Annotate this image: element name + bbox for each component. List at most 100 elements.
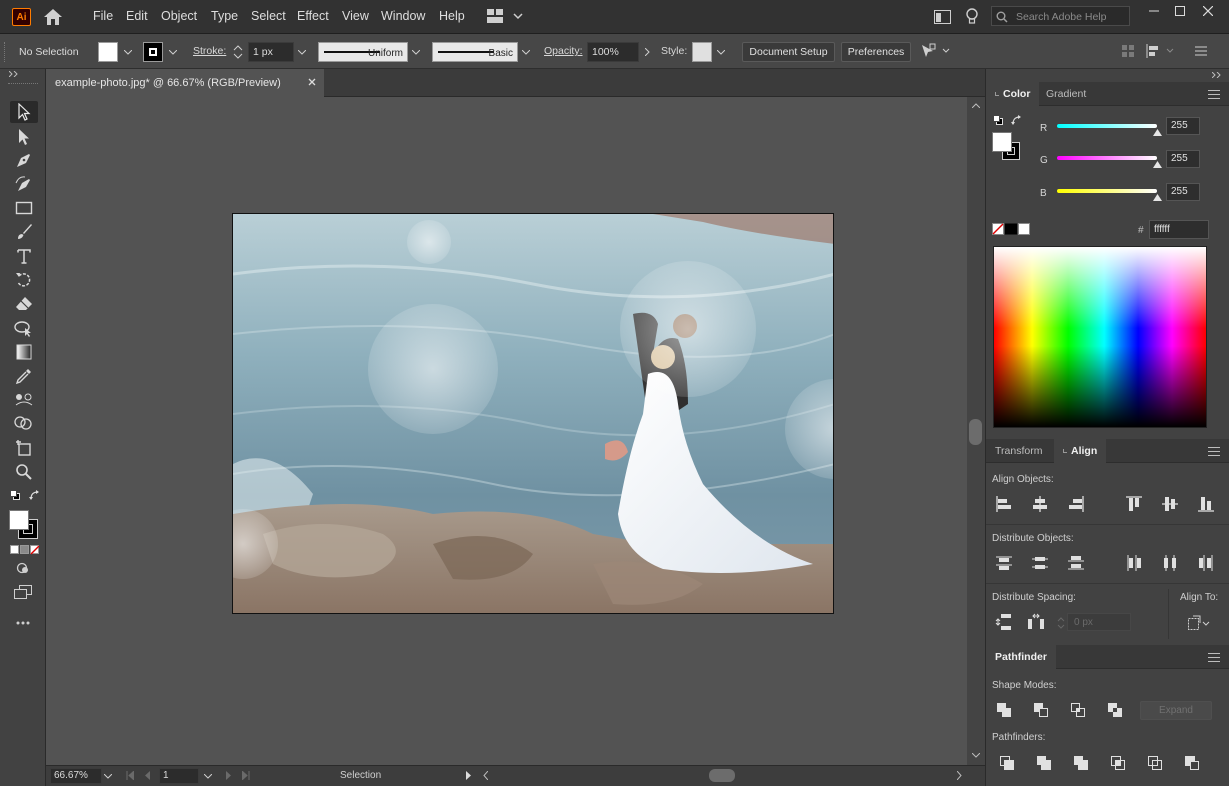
tab-gradient[interactable]: Gradient (1037, 82, 1095, 106)
b-slider-handle[interactable] (1152, 194, 1162, 201)
color-swap-icon[interactable] (1011, 115, 1022, 126)
tab-color[interactable]: Color (986, 82, 1040, 106)
vertical-distribute-top-icon[interactable] (994, 553, 1014, 573)
style-dropdown-icon[interactable] (714, 42, 728, 62)
minimize-button[interactable] (1142, 0, 1166, 22)
outline-icon[interactable] (1145, 753, 1165, 773)
menu-select[interactable]: Select (251, 9, 286, 23)
stroke-width-field[interactable]: 1 px (248, 42, 294, 62)
selection-tool-icon[interactable] (10, 101, 38, 123)
menu-file[interactable]: File (93, 9, 113, 23)
stroke-swatch[interactable] (143, 42, 163, 62)
opacity-arrow-icon[interactable] (640, 42, 654, 62)
pen-tool-icon[interactable] (10, 149, 38, 171)
rotate-tool-icon[interactable] (10, 269, 38, 291)
menu-effect[interactable]: Effect (297, 9, 329, 23)
horizontal-distribute-right-icon[interactable] (1196, 553, 1216, 573)
shape-builder-tool-icon[interactable] (10, 413, 38, 435)
align-to-selection-icon[interactable] (1187, 615, 1211, 631)
menu-view[interactable]: View (342, 9, 369, 23)
menu-help[interactable]: Help (439, 9, 465, 23)
direct-selection-tool-icon[interactable] (10, 126, 38, 148)
vertical-distribute-space-icon[interactable] (994, 612, 1014, 632)
gradient-tool-icon[interactable] (10, 341, 38, 363)
placed-photo[interactable] (232, 213, 834, 614)
swap-fill-stroke-icon[interactable] (29, 490, 40, 501)
stroke-stepper-icon[interactable] (233, 43, 243, 61)
exclude-icon[interactable] (1105, 700, 1125, 720)
lightbulb-icon[interactable] (966, 8, 978, 26)
b-value-field[interactable]: 255 (1166, 183, 1200, 201)
home-icon[interactable] (43, 8, 63, 26)
vertical-scroll-thumb[interactable] (969, 419, 982, 445)
none-swatch-icon[interactable] (992, 223, 1032, 235)
minus-front-icon[interactable] (1031, 700, 1051, 720)
default-fill-stroke-icon[interactable] (10, 490, 20, 500)
blend-tool-icon[interactable] (10, 389, 38, 411)
r-value-field[interactable]: 255 (1166, 117, 1200, 135)
document-tab[interactable]: example-photo.jpg* @ 66.67% (RGB/Preview… (46, 69, 324, 97)
horizontal-align-center-icon[interactable] (1030, 494, 1050, 514)
vertical-align-bottom-icon[interactable] (1196, 494, 1216, 514)
arrange-documents-icon[interactable] (934, 10, 951, 24)
zoom-tool-icon[interactable] (10, 461, 38, 483)
horizontal-scroll-thumb[interactable] (709, 769, 735, 782)
stroke-width-dropdown-icon[interactable] (295, 42, 309, 62)
horizontal-align-left-icon[interactable] (994, 494, 1014, 514)
status-menu-icon[interactable] (466, 771, 472, 780)
next-artboard-icon[interactable] (226, 771, 232, 780)
hex-field[interactable]: ffffff (1149, 220, 1209, 239)
crop-icon[interactable] (1108, 753, 1128, 773)
maximize-button[interactable] (1168, 0, 1192, 22)
color-spectrum[interactable] (993, 246, 1207, 428)
artboard-tool-icon[interactable] (10, 437, 38, 459)
intersect-icon[interactable] (1068, 700, 1088, 720)
workspace-switcher-icon[interactable] (487, 9, 523, 23)
variable-width-profile[interactable]: Uniform (318, 42, 408, 62)
fill-dropdown-icon[interactable] (121, 42, 135, 62)
zoom-level-field[interactable]: 66.67% (50, 768, 102, 784)
rectangle-tool-icon[interactable] (10, 197, 38, 219)
stroke-dropdown-icon[interactable] (166, 42, 180, 62)
search-box[interactable]: Search Adobe Help (991, 6, 1130, 26)
screen-mode-icon[interactable] (14, 585, 32, 599)
tab-align[interactable]: Align (1054, 439, 1107, 463)
control-bar-menu-icon[interactable] (1195, 46, 1207, 56)
vertical-align-center-icon[interactable] (1160, 494, 1180, 514)
more-tools-icon[interactable] (16, 621, 30, 625)
tab-transform[interactable]: Transform (986, 439, 1051, 463)
trim-icon[interactable] (1034, 753, 1054, 773)
menu-type[interactable]: Type (211, 9, 238, 23)
width-tool-icon[interactable] (10, 317, 38, 339)
color-default-icon[interactable] (993, 115, 1003, 125)
artboard-number-field[interactable]: 1 (159, 768, 199, 784)
close-window-button[interactable] (1196, 0, 1220, 22)
menu-edit[interactable]: Edit (126, 9, 148, 23)
artboard-dropdown-icon[interactable] (204, 774, 212, 779)
last-artboard-icon[interactable] (242, 771, 250, 780)
control-bar-grip[interactable] (4, 42, 7, 62)
drawing-mode-icon[interactable] (16, 561, 30, 575)
scroll-left-icon[interactable] (483, 771, 488, 780)
merge-icon[interactable] (1071, 753, 1091, 773)
graphic-style-swatch[interactable] (692, 42, 712, 62)
curvature-tool-icon[interactable] (10, 173, 38, 195)
document-setup-button[interactable]: Document Setup (742, 42, 835, 62)
menu-object[interactable]: Object (161, 9, 197, 23)
preferences-button[interactable]: Preferences (841, 42, 911, 62)
toolbar-collapse-icon[interactable] (9, 71, 19, 77)
align-panel-menu-icon[interactable] (1208, 447, 1220, 457)
vertical-scrollbar[interactable] (967, 97, 985, 765)
g-slider[interactable] (1057, 156, 1162, 168)
g-value-field[interactable]: 255 (1166, 150, 1200, 168)
opacity-field[interactable]: 100% (587, 42, 639, 62)
stroke-label[interactable]: Stroke: (193, 45, 226, 57)
paintbrush-tool-icon[interactable] (10, 221, 38, 243)
g-slider-handle[interactable] (1152, 161, 1162, 168)
fill-swatch[interactable] (98, 42, 118, 62)
fill-indicator[interactable] (9, 510, 29, 530)
toolbar-grip[interactable] (8, 83, 38, 86)
color-panel-menu-icon[interactable] (1208, 90, 1220, 100)
arrange-icon[interactable] (1122, 45, 1134, 57)
vertical-distribute-center-icon[interactable] (1030, 553, 1050, 573)
